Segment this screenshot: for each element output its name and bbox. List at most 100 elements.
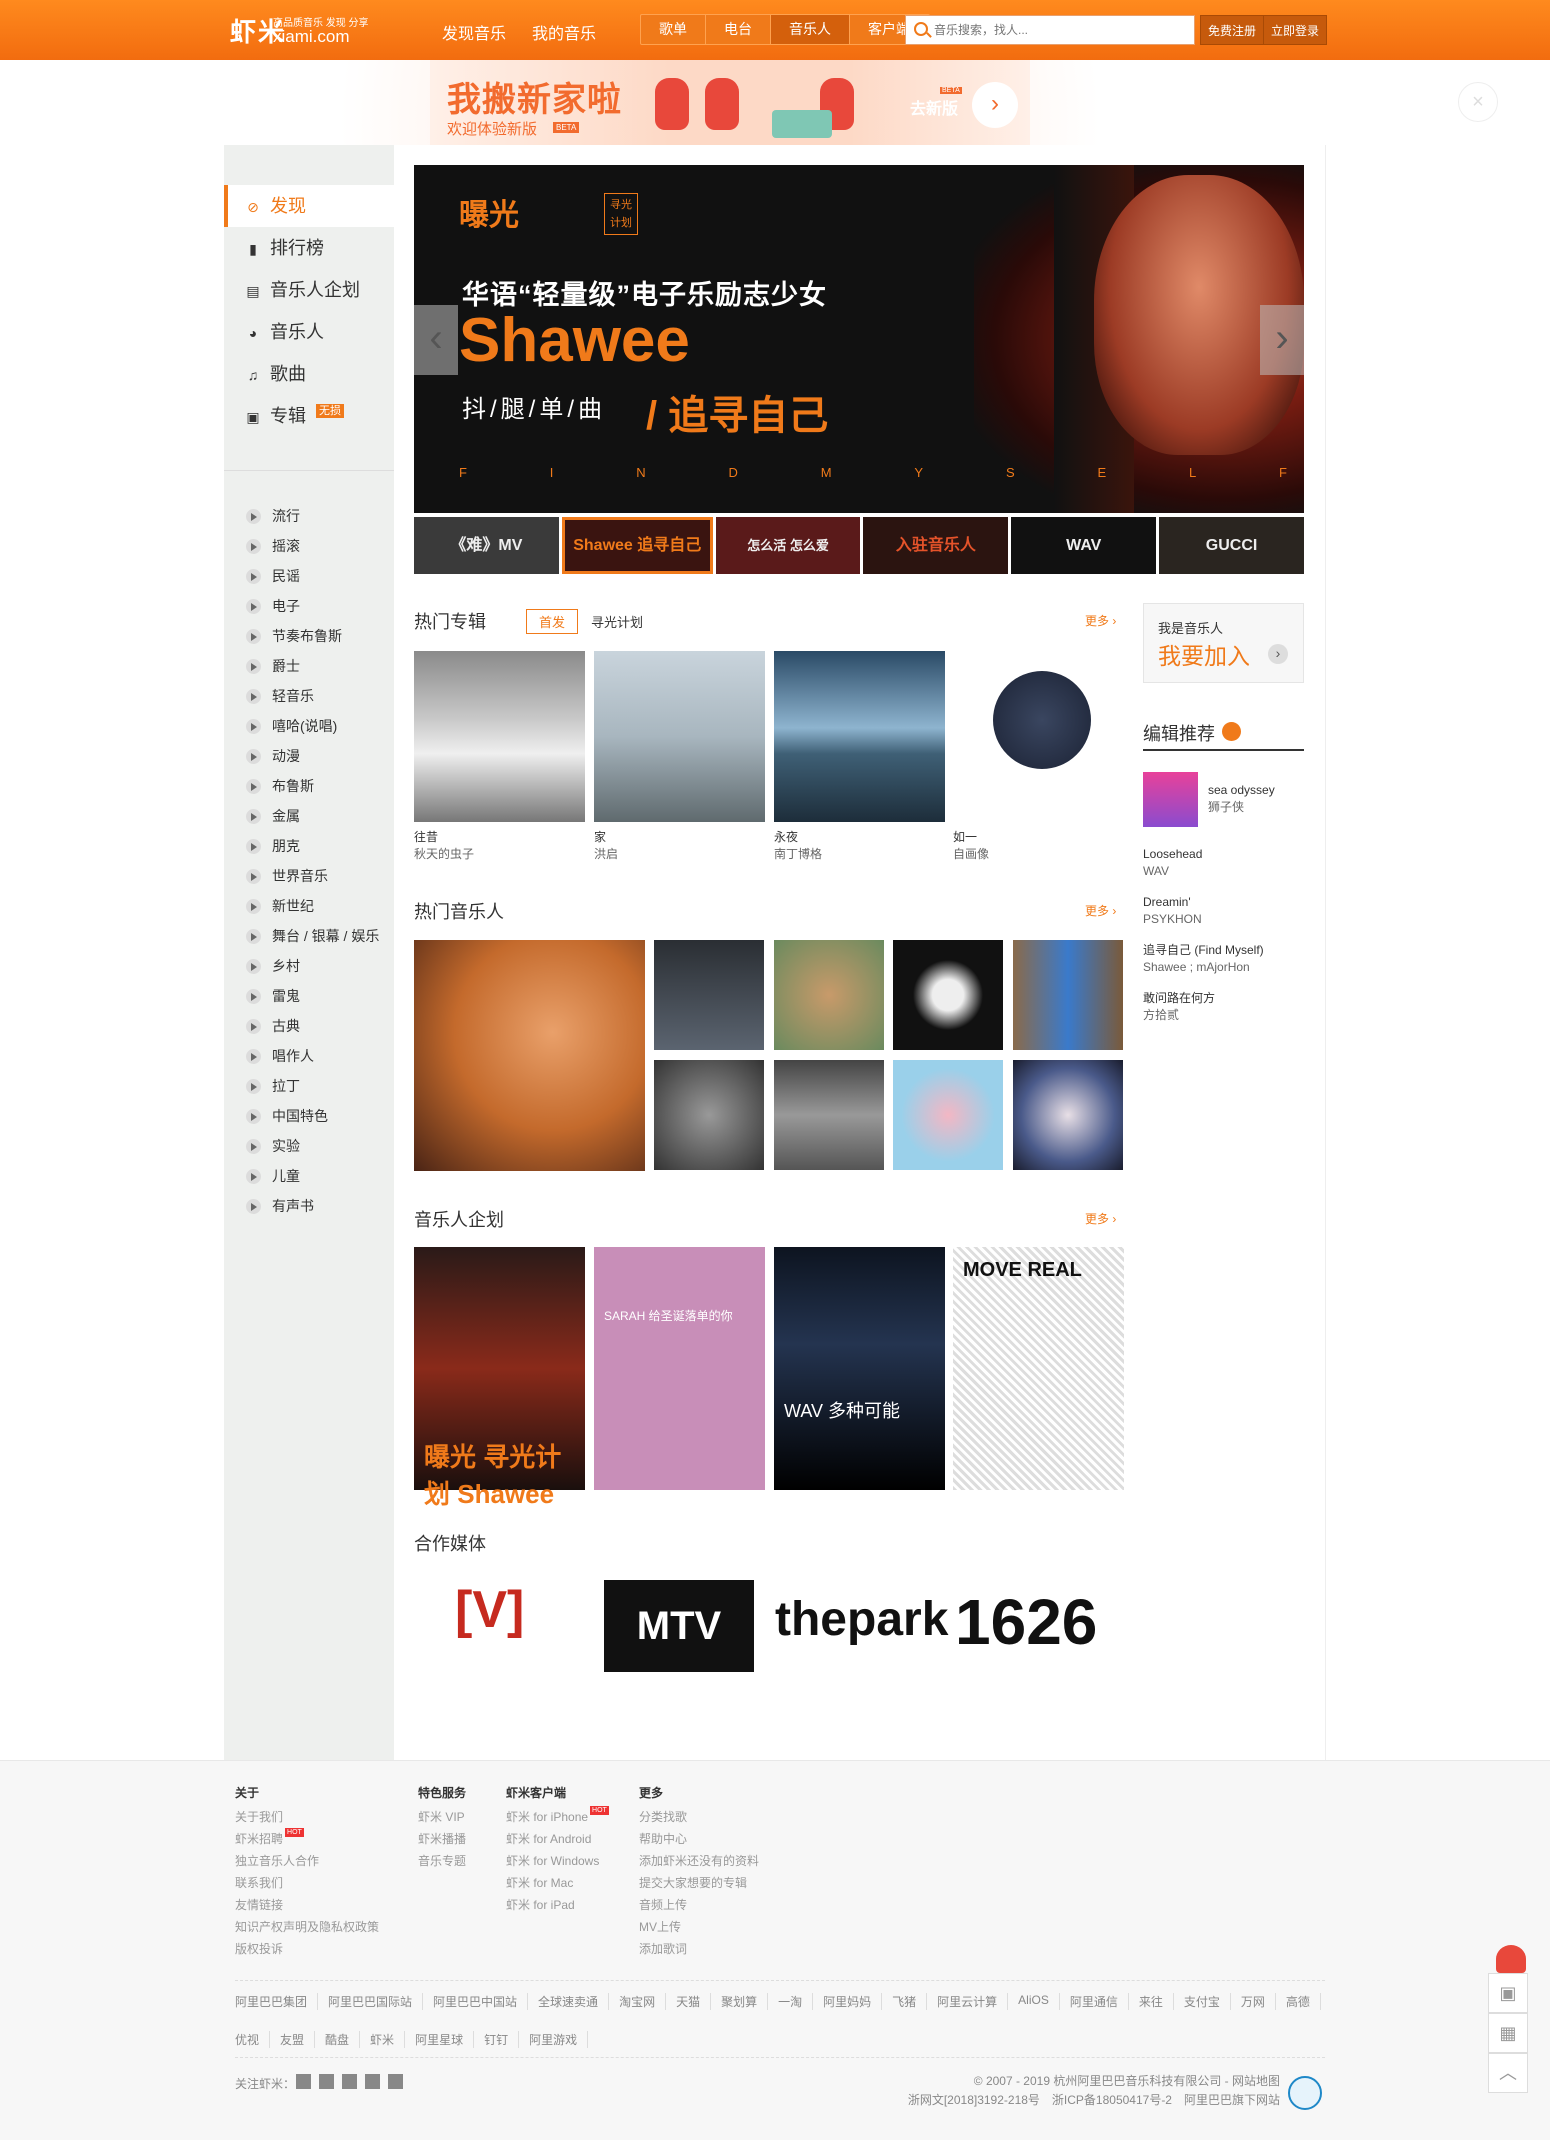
genre-item[interactable]: 摇滚 [224,531,394,561]
footer-link[interactable]: 联系我们 [235,1872,379,1894]
nav-my-music[interactable]: 我的音乐 [532,20,596,44]
group-link[interactable]: 阿里星球 [405,2031,475,2048]
rec-item[interactable]: 敢问路在何方 方拾贰 [1143,990,1215,1024]
hero-thumb[interactable]: 入驻音乐人 [863,517,1009,574]
footer-link[interactable]: MV上传 [639,1916,759,1938]
album-card[interactable]: 如一 自画像 [953,651,1124,863]
album-cover[interactable] [774,651,945,822]
channel-v-logo[interactable]: [V] [455,1580,524,1680]
sidebar-item-songs[interactable]: ♫ 歌曲 [224,353,394,395]
group-link[interactable]: 酷盘 [315,2031,361,2048]
footer-link[interactable]: 知识产权声明及隐私权政策 [235,1916,379,1938]
nav-discover[interactable]: 发现音乐 [442,20,506,44]
album-card[interactable]: 往昔 秋天的虫子 [414,651,585,863]
genre-item[interactable]: 古典 [224,1011,394,1041]
hero-next-button[interactable]: › [1260,305,1304,375]
genre-item[interactable]: 节奏布鲁斯 [224,621,394,651]
album-card[interactable]: 家 洪启 [594,651,765,863]
genre-item[interactable]: 实验 [224,1131,394,1161]
footer-link[interactable]: 独立音乐人合作 [235,1850,379,1872]
star-icon[interactable] [342,2074,357,2089]
group-link[interactable]: 阿里云计算 [927,1993,1009,2010]
album-cover[interactable] [594,651,765,822]
album-artist[interactable]: 南丁博格 [774,846,945,863]
album-name[interactable]: 永夜 [774,829,945,846]
album-cover[interactable] [953,651,1124,822]
weibo-icon[interactable] [296,2074,311,2089]
project-card[interactable]: WAV 多种可能 [774,1247,945,1490]
renren-icon[interactable] [319,2074,334,2089]
group-link[interactable]: AliOS [1008,1993,1060,2010]
footer-link[interactable]: 虾米 VIP [418,1806,466,1828]
play-icon[interactable] [1222,722,1241,741]
genre-item[interactable]: 民谣 [224,561,394,591]
footer-link[interactable]: 虾米播播 [418,1828,466,1850]
sidebar-item-musicians[interactable]: ◕ 音乐人 [224,311,394,353]
banner-go-button[interactable]: › [972,82,1018,128]
sidebar-item-albums[interactable]: ▣ 专辑 无损 [224,395,394,437]
artist-photo[interactable] [774,940,884,1050]
artist-photo[interactable] [654,1060,764,1170]
group-link[interactable]: 友盟 [270,2031,316,2048]
genre-item[interactable]: 世界音乐 [224,861,394,891]
album-artist[interactable]: 秋天的虫子 [414,846,585,863]
group-link[interactable]: 阿里通信 [1060,1993,1129,2010]
search-icon[interactable] [914,22,928,36]
footer-link[interactable]: 虾米招聘 HOT [235,1828,379,1850]
group-link[interactable]: 阿里游戏 [519,2031,589,2048]
register-button[interactable]: 免费注册 [1200,15,1265,45]
hot-albums-more-link[interactable]: 更多 › [1085,612,1116,629]
footer-link[interactable]: 添加歌词 [639,1938,759,1960]
group-link[interactable]: 阿里巴巴集团 [235,1993,319,2010]
project-card[interactable]: MOVE REAL [953,1247,1124,1490]
banner-close-icon[interactable]: × [1458,82,1498,122]
genre-item[interactable]: 乡村 [224,951,394,981]
group-link[interactable]: 飞猪 [882,1993,928,2010]
genre-item[interactable]: 轻音乐 [224,681,394,711]
genre-item[interactable]: 舞台 / 银幕 / 娱乐 [224,921,394,951]
group-link[interactable]: 虾米 [360,2031,406,2048]
group-link[interactable]: 阿里巴巴中国站 [423,1993,529,2010]
project-card[interactable]: SARAH 给圣诞落单的你 [594,1247,765,1490]
thepark-logo[interactable]: thepark [775,1592,948,1692]
camera-icon[interactable] [365,2074,380,2089]
projects-more-link[interactable]: 更多 › [1085,1210,1116,1227]
album-artist[interactable]: 自画像 [953,846,1124,863]
genre-item[interactable]: 雷鬼 [224,981,394,1011]
group-link[interactable]: 阿里巴巴国际站 [318,1993,424,2010]
footer-link[interactable]: 虾米 for iPad [506,1894,609,1916]
footer-link[interactable]: 音乐专题 [418,1850,466,1872]
rec-item[interactable]: Dreamin' PSYKHON [1143,894,1202,928]
album-card[interactable]: 永夜 南丁博格 [774,651,945,863]
footer-link[interactable]: 虾米 for iPhone HOT [506,1806,609,1828]
group-link[interactable]: 全球速卖通 [528,1993,610,2010]
album-name[interactable]: 家 [594,829,765,846]
tab-light-plan[interactable]: 寻光计划 [591,612,643,631]
album-cover[interactable] [414,651,585,822]
hot-artists-more-link[interactable]: 更多 › [1085,902,1116,919]
rec-item[interactable]: Loosehead WAV [1143,846,1202,880]
artist-photo[interactable] [1013,940,1123,1050]
hero-thumb[interactable]: WAV [1011,517,1157,574]
footer-link[interactable]: 音频上传 [639,1894,759,1916]
banner-go-new-label[interactable]: 去新版 [910,95,958,119]
wechat-icon[interactable] [388,2074,403,2089]
rec-item[interactable]: 追寻自己 (Find Myself) Shawee ; mAjorHon [1143,942,1264,976]
1626-logo[interactable]: 1626 [955,1585,1097,1685]
footer-link[interactable]: 虾米 for Android [506,1828,609,1850]
footer-link[interactable]: 虾米 for Windows [506,1850,609,1872]
trust-badge-icon[interactable] [1288,2076,1322,2110]
rec-cover[interactable] [1143,772,1198,827]
join-arrow-icon[interactable]: › [1268,644,1288,664]
group-link[interactable]: 天猫 [666,1993,712,2010]
genre-item[interactable]: 布鲁斯 [224,771,394,801]
subnav-musician[interactable]: 音乐人 [771,15,850,44]
qr-code-icon[interactable]: ▦ [1488,2013,1528,2053]
footer-link[interactable]: 友情链接 [235,1894,379,1916]
sidebar-item-discover[interactable]: ⊘ 发现 [224,185,394,227]
genre-item[interactable]: 电子 [224,591,394,621]
group-link[interactable]: 支付宝 [1174,1993,1231,2010]
genre-item[interactable]: 爵士 [224,651,394,681]
artist-photo-large[interactable] [414,940,645,1171]
genre-item[interactable]: 拉丁 [224,1071,394,1101]
